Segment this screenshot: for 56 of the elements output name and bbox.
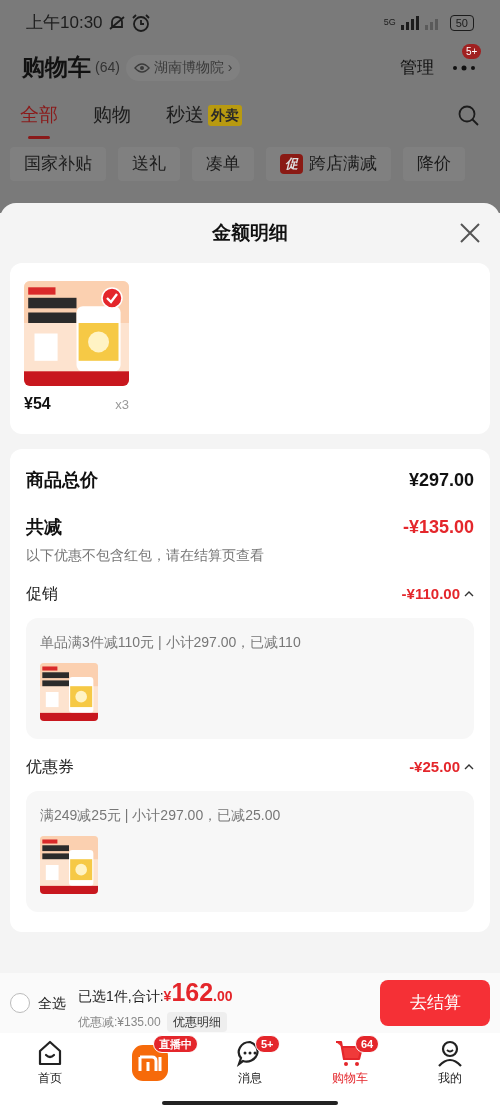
checkout-button[interactable]: 去结算 [380, 980, 490, 1026]
caret-icon [464, 763, 474, 771]
person-icon [436, 1039, 464, 1067]
more-icon [452, 64, 476, 71]
product-quantity: x3 [115, 396, 129, 414]
total-amount: ¥162.00 [163, 977, 233, 1009]
group-label: 优惠券 [26, 757, 74, 777]
discount-label: 共减 [26, 516, 62, 539]
page-title: 购物车 [22, 53, 91, 83]
nav-tab[interactable]: 购物车 64 [300, 1033, 400, 1093]
count-badge: 5+ [462, 43, 482, 59]
count-badge: 直播中 [153, 1035, 198, 1053]
discount-detail-button[interactable]: 优惠明细 [166, 1011, 227, 1032]
promo-tag: 促 [280, 154, 303, 174]
close-icon [458, 221, 482, 245]
saving-text: 优惠减:¥135.00 [78, 1013, 161, 1031]
group-label: 促销 [26, 584, 58, 604]
count-badge: 64 [355, 1035, 380, 1053]
battery-indicator: 50 [449, 14, 474, 31]
close-button[interactable] [458, 221, 482, 245]
product-price: ¥54 [24, 394, 51, 414]
filter-chip[interactable]: 送礼 [118, 147, 180, 181]
eye-icon [133, 61, 150, 74]
home-icon [36, 1039, 64, 1067]
filter-chip[interactable]: 凑单 [192, 147, 254, 181]
cart-count: (64) [95, 58, 120, 77]
nav-tab[interactable]: 我的 [400, 1033, 500, 1093]
manage-button[interactable]: 管理 [400, 54, 434, 81]
alarm-icon [130, 12, 151, 33]
summary-label: 已选1件,合计: [78, 987, 164, 1007]
nav-tab[interactable]: 首页 [0, 1033, 100, 1093]
select-all-checkbox[interactable] [10, 993, 30, 1013]
nav-tab[interactable]: 直播中 [100, 1033, 200, 1093]
filter-chip[interactable]: 国家补贴 [10, 147, 106, 181]
count-badge: 5+ [255, 1035, 280, 1053]
category-tab[interactable]: 秒送 外卖 [166, 92, 242, 140]
select-all-label: 全选 [38, 993, 66, 1013]
filter-chip[interactable]: 促 跨店满减 [266, 147, 391, 181]
caret-icon [464, 590, 474, 598]
group-toggle[interactable]: -¥25.00 [409, 755, 474, 779]
group-detail-text: 单品满3件减110元 | 小计297.00，已减110 [40, 633, 302, 652]
sheet-title: 金额明细 [212, 220, 288, 245]
group-toggle[interactable]: -¥110.00 [401, 582, 474, 606]
group-detail-text: 满249减25元 | 小计297.00，已减25.00 [40, 806, 282, 825]
filter-chip[interactable]: 降价 [403, 147, 465, 181]
discount-value: -¥135.00 [402, 516, 474, 539]
total-label: 商品总价 [26, 469, 98, 492]
total-value: ¥297.00 [408, 469, 474, 492]
status-time: 上午10:30 [26, 11, 103, 34]
delivery-badge: 外卖 [208, 104, 242, 126]
location-chip[interactable]: 湖南博物院 › [125, 54, 241, 81]
discount-note: 以下优惠不包含红包，请在结算页查看 [26, 546, 265, 565]
search-icon [458, 105, 480, 127]
nav-tab[interactable]: 消息 5+ [200, 1033, 300, 1093]
network-label: 5G [383, 15, 396, 29]
category-tab[interactable]: 购物 [93, 92, 131, 140]
